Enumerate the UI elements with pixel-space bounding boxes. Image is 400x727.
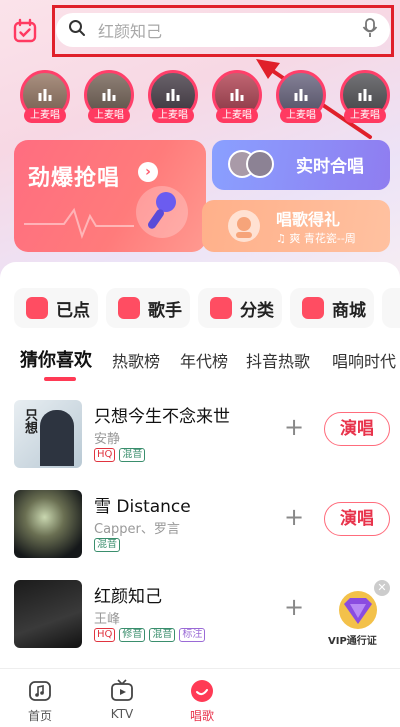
hq-badge: HQ <box>94 628 116 642</box>
tab-era-songs[interactable]: 唱响时代 <box>332 348 396 372</box>
grid-icon <box>118 297 140 319</box>
music-note-icon <box>26 297 48 319</box>
mix-badge: 混音 <box>149 628 176 642</box>
add-icon[interactable]: + <box>284 415 304 439</box>
mix-badge: 混音 <box>119 448 146 462</box>
mix-badge: 混音 <box>94 538 120 552</box>
vip-gem-icon <box>339 591 377 629</box>
bottom-navigation: 首页 KTV 唱歌 <box>0 668 400 727</box>
song-row[interactable]: 只想 只想今生不念来世 安静 HQ 混音 + 演唱 <box>14 400 390 470</box>
active-tab-indicator <box>44 377 76 381</box>
microphone-icon[interactable] <box>362 18 378 42</box>
category-classify[interactable]: 分类 <box>198 288 282 328</box>
singer-avatar[interactable]: 上麦唱 <box>276 70 326 123</box>
song-artist: 安静 <box>94 432 121 447</box>
sing-gift-card[interactable]: 唱歌得礼 ♫ 爽 青花瓷--周 <box>202 200 390 252</box>
search-icon <box>68 19 86 41</box>
nav-home[interactable]: 首页 <box>10 673 70 725</box>
song-row[interactable]: 雪 Distance Capper、罗言 混音 + 演唱 <box>14 490 390 560</box>
calendar-icon[interactable] <box>12 18 38 44</box>
realtime-chorus-title: 实时合唱 <box>296 157 364 177</box>
song-title: 雪 Distance <box>94 497 191 517</box>
song-artist: Capper、罗言 <box>94 522 180 537</box>
sing-gift-title: 唱歌得礼 <box>276 210 341 229</box>
chorus-avatars <box>228 150 288 180</box>
hot-grab-card[interactable]: 劲爆抢唱 › <box>14 140 206 252</box>
robot-icon <box>228 210 260 242</box>
chevron-right-icon: › <box>138 162 158 182</box>
song-title: 红颜知己 <box>94 587 162 607</box>
sing-button[interactable]: 演唱 <box>324 502 390 536</box>
song-title: 只想今生不念来世 <box>94 407 230 427</box>
nav-ktv[interactable]: KTV <box>92 673 152 725</box>
hq-badge: HQ <box>94 448 116 462</box>
singer-avatar[interactable]: 上麦唱 <box>84 70 134 123</box>
search-bar[interactable]: 红颜知己 <box>56 13 390 47</box>
search-input[interactable]: 红颜知己 <box>98 18 362 42</box>
singer-avatar[interactable]: 上麦唱 <box>212 70 262 123</box>
tab-douyin-hot[interactable]: 抖音热歌 <box>246 348 310 372</box>
realtime-chorus-card[interactable]: 实时合唱 <box>212 140 390 190</box>
annotated-badge: 标注 <box>179 628 206 642</box>
vip-label: VIP通行证 <box>328 636 377 647</box>
shop-icon <box>302 297 324 319</box>
category-selected[interactable]: 已点 <box>14 288 98 328</box>
category-icon <box>210 297 232 319</box>
album-cover <box>14 580 82 648</box>
category-more[interactable] <box>382 288 400 328</box>
album-cover <box>14 490 82 558</box>
singer-avatar[interactable]: 上麦唱 <box>148 70 198 123</box>
vip-pass-float[interactable]: ✕ VIP通行证 <box>326 580 390 650</box>
hot-grab-title: 劲爆抢唱 <box>28 166 121 191</box>
sing-gift-subtitle: ♫ 爽 青花瓷--周 <box>276 232 356 245</box>
category-singer[interactable]: 歌手 <box>106 288 190 328</box>
singer-avatar[interactable]: 上麦唱 <box>20 70 70 123</box>
album-cover: 只想 <box>14 400 82 468</box>
add-icon[interactable]: + <box>284 505 304 529</box>
repair-badge: 修音 <box>119 628 146 642</box>
tv-icon <box>110 679 134 703</box>
tab-hot-songs[interactable]: 热歌榜 <box>112 348 160 372</box>
nav-sing[interactable]: 唱歌 <box>172 673 232 725</box>
sing-icon <box>190 679 214 703</box>
tab-era-chart[interactable]: 年代榜 <box>180 348 228 372</box>
song-artist: 王峰 <box>94 612 121 627</box>
singer-avatar[interactable]: 上麦唱 <box>340 70 390 123</box>
microphone-icon <box>136 186 188 238</box>
home-music-icon <box>28 679 52 703</box>
singer-avatar-row: 上麦唱 上麦唱 上麦唱 上麦唱 上麦唱 上麦唱 <box>14 70 400 128</box>
wave-decoration <box>24 207 134 240</box>
category-mall[interactable]: 商城 <box>290 288 374 328</box>
sing-button[interactable]: 演唱 <box>324 412 390 446</box>
add-icon[interactable]: + <box>284 595 304 619</box>
tab-guess-you-like[interactable]: 猜你喜欢 <box>20 346 92 372</box>
